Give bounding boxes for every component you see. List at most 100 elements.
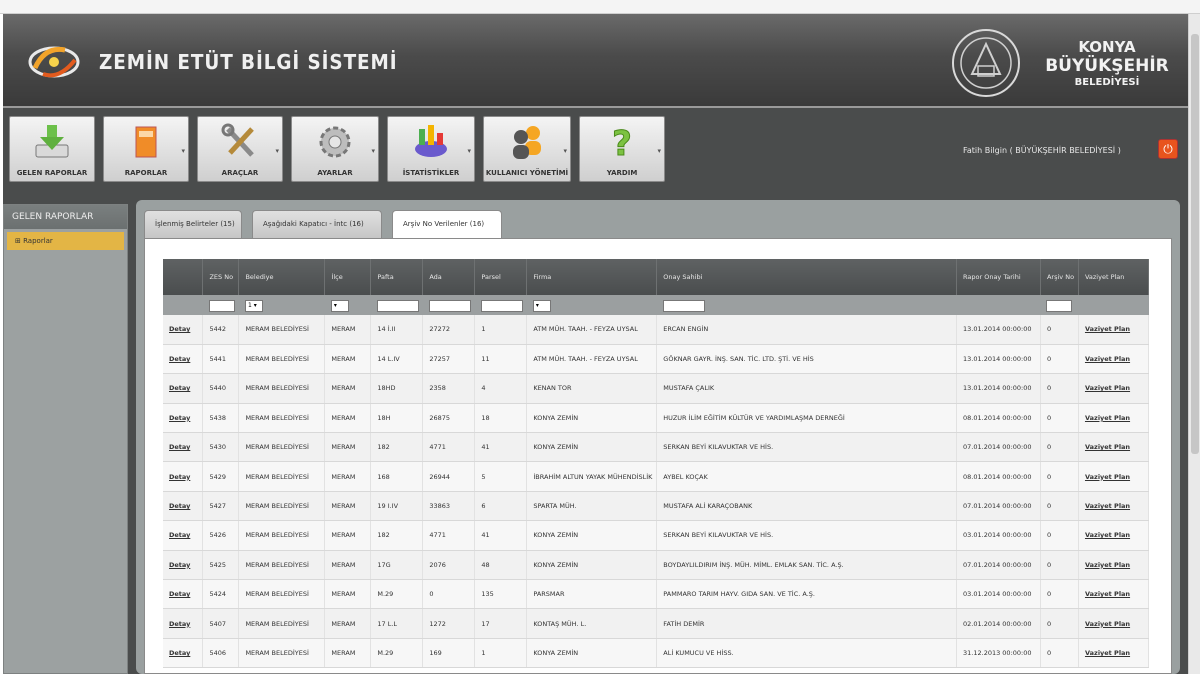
tools-button[interactable]: ARAÇLAR ▾ xyxy=(197,116,283,182)
cell-detail-link[interactable]: Detay xyxy=(163,373,204,404)
settings-button[interactable]: AYARLAR ▾ xyxy=(291,116,379,182)
onay-sahibi-filter-input[interactable] xyxy=(662,300,705,312)
grid-header-row: ZES No Belediye İlçe Pafta Ada Parsel Fi… xyxy=(163,259,1150,295)
cell-parsel: 5 xyxy=(474,461,528,492)
cell-detail-link[interactable]: Detay xyxy=(163,461,204,492)
cell-ada: 26944 xyxy=(422,461,476,492)
tab-processed-label: İşlenmiş Belirteler (15) xyxy=(155,220,235,228)
cell-detail-link[interactable]: Detay xyxy=(163,491,204,522)
cell-detail-link[interactable]: Detay xyxy=(163,550,204,581)
help-dropdown-arrow-icon: ▾ xyxy=(657,147,661,155)
column-header-parsel[interactable]: Parsel xyxy=(474,259,528,295)
cell-onay-sahibi: FATİH DEMİR xyxy=(656,608,958,639)
cell-arsiv-no: 0 xyxy=(1040,608,1079,639)
parsel-filter-input[interactable] xyxy=(480,300,523,312)
user-management-button[interactable]: KULLANICI YÖNETİMİ ▾ xyxy=(483,116,571,182)
sidebar-item-label: Raporlar xyxy=(23,237,53,245)
column-header-vaziyet-plan[interactable]: Vaziyet Plan xyxy=(1078,259,1150,295)
cell-pafta: 19 I.IV xyxy=(370,491,424,522)
cell-detail-link[interactable]: Detay xyxy=(163,579,204,610)
cell-vaziyet-plan-link[interactable]: Vaziyet Plan xyxy=(1078,403,1150,434)
belediye-filter-select[interactable]: 1 ▾ xyxy=(244,300,263,312)
cell-firma: KENAN TOR xyxy=(526,373,658,404)
arsiv-no-filter-input[interactable] xyxy=(1046,300,1073,312)
cell-vaziyet-plan-link[interactable]: Vaziyet Plan xyxy=(1078,520,1150,551)
cell-firma: PARSMAR xyxy=(526,579,658,610)
column-header-ada[interactable]: Ada xyxy=(422,259,476,295)
cell-ilce: MERAM xyxy=(324,315,372,345)
column-header-pafta[interactable]: Pafta xyxy=(370,259,424,295)
cell-ada: 1272 xyxy=(422,608,476,639)
tab-archived[interactable]: Arşiv No Verilenler (16) xyxy=(392,210,502,240)
cell-detail-link[interactable]: Detay xyxy=(163,520,204,551)
cell-firma: KONYA ZEMİN xyxy=(526,403,658,434)
app-logo-icon xyxy=(28,46,80,78)
logout-button[interactable]: ⏻ xyxy=(1158,139,1178,159)
cell-onay-sahibi: ERCAN ENGİN xyxy=(656,315,958,345)
cell-detail-link[interactable]: Detay xyxy=(163,432,204,463)
filter-cell xyxy=(474,295,527,315)
filter-cell: ▾ xyxy=(324,295,371,315)
filter-cell: 1 ▾ xyxy=(238,295,325,315)
cell-vaziyet-plan-link[interactable]: Vaziyet Plan xyxy=(1078,491,1150,522)
download-tray-icon xyxy=(35,125,69,158)
cell-arsiv-no: 0 xyxy=(1040,432,1079,463)
table-row: Detay 5440 MERAM BELEDİYESİ MERAM 18HD 2358 4 K… xyxy=(163,373,1150,404)
firma-filter-select[interactable]: ▾ xyxy=(532,300,551,312)
cell-vaziyet-plan-link[interactable]: Vaziyet Plan xyxy=(1078,579,1150,610)
cell-detail-link[interactable]: Detay xyxy=(163,638,204,669)
reports-button[interactable]: RAPORLAR ▾ xyxy=(103,116,189,182)
column-header-belediye[interactable]: Belediye xyxy=(238,259,326,295)
column-header-rapor-onay-tarihi[interactable]: Rapor Onay Tarihi xyxy=(956,259,1041,295)
cell-parsel: 41 xyxy=(474,520,528,551)
cell-vaziyet-plan-link[interactable]: Vaziyet Plan xyxy=(1078,638,1150,669)
cell-vaziyet-plan-link[interactable]: Vaziyet Plan xyxy=(1078,550,1150,581)
cell-vaziyet-plan-link[interactable]: Vaziyet Plan xyxy=(1078,432,1150,463)
reports-grid: ZES No Belediye İlçe Pafta Ada Parsel Fi… xyxy=(163,259,1150,669)
column-header-arsiv-no[interactable]: Arşiv No xyxy=(1040,259,1079,295)
tab-pending[interactable]: Aşağıdaki Kapatıcı - İntc (16) xyxy=(252,210,382,238)
cell-ilce: MERAM xyxy=(324,608,372,639)
sidebar-item-reports[interactable]: ⊞ Raporlar xyxy=(7,232,124,250)
pafta-filter-input[interactable] xyxy=(376,300,419,312)
zes-no-filter-input[interactable] xyxy=(208,300,235,312)
column-header-firma[interactable]: Firma xyxy=(526,259,658,295)
cell-vaziyet-plan-link[interactable]: Vaziyet Plan xyxy=(1078,373,1150,404)
column-header-zes-no[interactable]: ZES No xyxy=(202,259,240,295)
cell-rapor-onay-tarihi: 13.01.2014 00:00:00 xyxy=(956,315,1041,345)
cell-detail-link[interactable]: Detay xyxy=(163,315,204,345)
cell-belediye: MERAM BELEDİYESİ xyxy=(238,344,326,375)
statistics-button[interactable]: İSTATİSTİKLER ▾ xyxy=(387,116,475,182)
cell-detail-link[interactable]: Detay xyxy=(163,608,204,639)
scrollbar-thumb[interactable] xyxy=(1191,34,1199,454)
ilce-filter-select[interactable]: ▾ xyxy=(330,300,349,312)
table-row: Detay 5407 MERAM BELEDİYESİ MERAM 17 L.L 1272… xyxy=(163,608,1150,639)
incoming-reports-label: GELEN RAPORLAR xyxy=(16,169,88,177)
cell-belediye: MERAM BELEDİYESİ xyxy=(238,315,326,345)
tools-label: ARAÇLAR xyxy=(221,169,259,177)
filter-cell: ▾ xyxy=(526,295,657,315)
tab-processed[interactable]: İşlenmiş Belirteler (15) xyxy=(144,210,242,238)
incoming-reports-button[interactable]: GELEN RAPORLAR xyxy=(9,116,95,182)
column-header[interactable] xyxy=(163,259,204,295)
table-row: Detay 5438 MERAM BELEDİYESİ MERAM 18H 26875 18… xyxy=(163,403,1150,434)
column-header-onay-sahibi[interactable]: Onay Sahibi xyxy=(656,259,958,295)
cell-vaziyet-plan-link[interactable]: Vaziyet Plan xyxy=(1078,315,1150,345)
cell-zes-no: 5406 xyxy=(202,638,240,669)
table-row: Detay 5429 MERAM BELEDİYESİ MERAM 168 26944 5 İ… xyxy=(163,461,1150,492)
cell-vaziyet-plan-link[interactable]: Vaziyet Plan xyxy=(1078,461,1150,492)
sidebar-item-icon: ⊞ xyxy=(15,237,24,245)
cell-vaziyet-plan-link[interactable]: Vaziyet Plan xyxy=(1078,608,1150,639)
cell-ilce: MERAM xyxy=(324,579,372,610)
page-scrollbar[interactable] xyxy=(1188,14,1200,674)
ada-filter-input[interactable] xyxy=(428,300,471,312)
cell-detail-link[interactable]: Detay xyxy=(163,344,204,375)
cell-vaziyet-plan-link[interactable]: Vaziyet Plan xyxy=(1078,344,1150,375)
help-button[interactable]: ? YARDIM ▾ xyxy=(579,116,665,182)
cell-rapor-onay-tarihi: 07.01.2014 00:00:00 xyxy=(956,550,1041,581)
column-header-ilce[interactable]: İlçe xyxy=(324,259,372,295)
cell-ilce: MERAM xyxy=(324,638,372,669)
cell-ada: 2358 xyxy=(422,373,476,404)
cell-detail-link[interactable]: Detay xyxy=(163,403,204,434)
municipality-seal-icon xyxy=(952,29,1020,97)
